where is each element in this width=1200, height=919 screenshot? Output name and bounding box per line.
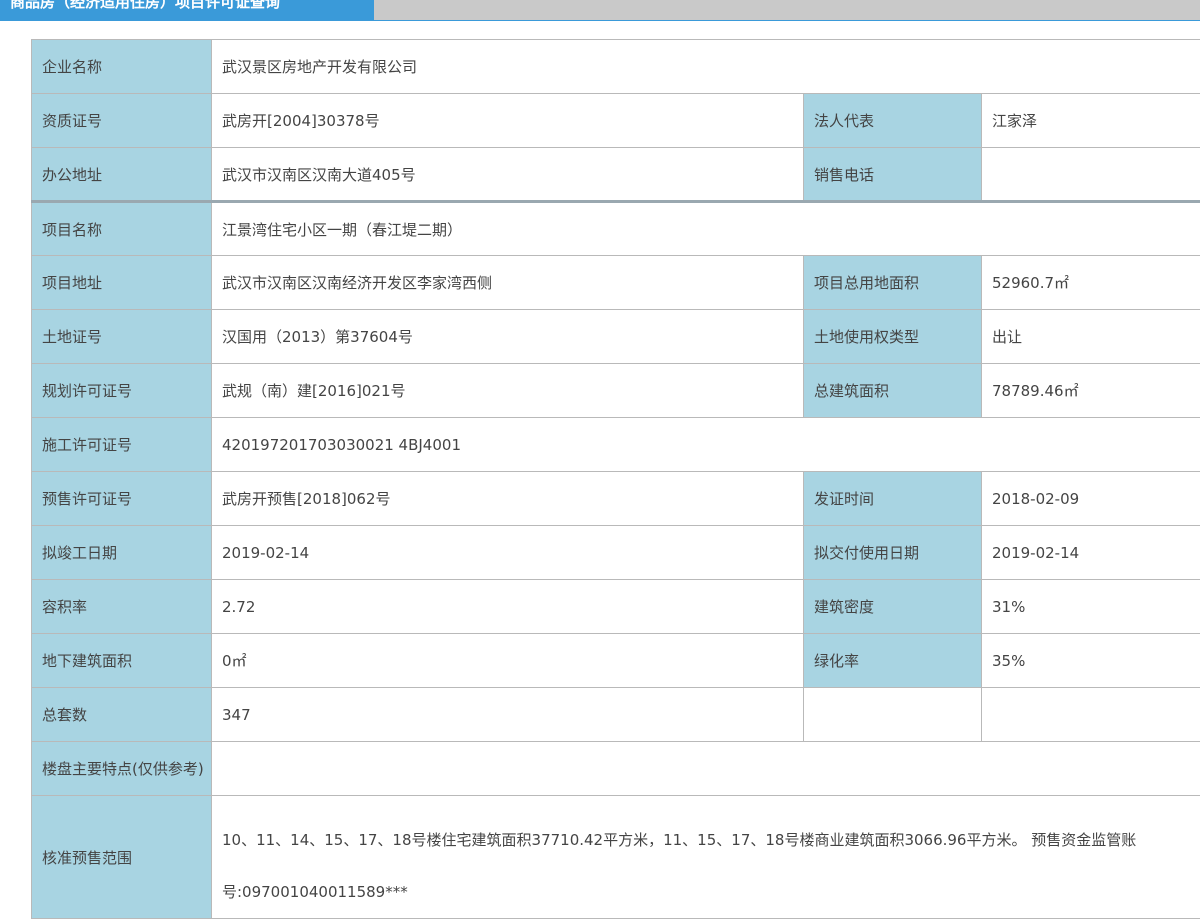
planned-delivery-value: 2019-02-14: [982, 526, 1200, 580]
office-address-label: 办公地址: [32, 148, 212, 202]
total-land-area-value: 52960.7㎡: [982, 256, 1200, 310]
total-units-label: 总套数: [32, 688, 212, 742]
issue-date-label: 发证时间: [804, 472, 982, 526]
planned-delivery-label: 拟交付使用日期: [804, 526, 982, 580]
table-row: 施工许可证号 420197201703030021 4BJ4001: [32, 418, 1200, 472]
table-row: 地下建筑面积 0㎡ 绿化率 35%: [32, 634, 1200, 688]
land-cert-value: 汉国用（2013）第37604号: [212, 310, 804, 364]
main-features-value: [212, 742, 1200, 796]
land-cert-label: 土地证号: [32, 310, 212, 364]
greening-rate-value: 35%: [982, 634, 1200, 688]
issue-date-value: 2018-02-09: [982, 472, 1200, 526]
project-name-label: 项目名称: [32, 202, 212, 256]
table-row: 楼盘主要特点(仅供参考): [32, 742, 1200, 796]
building-density-label: 建筑密度: [804, 580, 982, 634]
legal-rep-label: 法人代表: [804, 94, 982, 148]
qualification-no-value: 武房开[2004]30378号: [212, 94, 804, 148]
project-address-value: 武汉市汉南区汉南经济开发区李家湾西侧: [212, 256, 804, 310]
construction-permit-label: 施工许可证号: [32, 418, 212, 472]
table-row: 企业名称 武汉景区房地产开发有限公司: [32, 40, 1200, 94]
total-land-area-label: 项目总用地面积: [804, 256, 982, 310]
plot-ratio-value: 2.72: [212, 580, 804, 634]
table-row: 办公地址 武汉市汉南区汉南大道405号 销售电话: [32, 148, 1200, 202]
land-use-type-value: 出让: [982, 310, 1200, 364]
total-floor-area-value: 78789.46㎡: [982, 364, 1200, 418]
empty-cell: [982, 688, 1200, 742]
legal-rep-value: 江家泽: [982, 94, 1200, 148]
project-name-value: 江景湾住宅小区一期（春江堤二期）: [212, 202, 1200, 256]
company-name-label: 企业名称: [32, 40, 212, 94]
table-row: 项目名称 江景湾住宅小区一期（春江堤二期）: [32, 202, 1200, 256]
presale-scope-label: 核准预售范围: [32, 796, 212, 919]
empty-cell: [804, 688, 982, 742]
tab-project-license-query[interactable]: 商品房（经济适用住房）项目许可证查询: [0, 0, 374, 20]
presale-scope-value: 10、11、14、15、17、18号楼住宅建筑面积37710.42平方米，11、…: [212, 796, 1200, 919]
sales-phone-value: [982, 148, 1200, 202]
table-row: 总套数 347: [32, 688, 1200, 742]
table-row: 容积率 2.72 建筑密度 31%: [32, 580, 1200, 634]
land-use-type-label: 土地使用权类型: [804, 310, 982, 364]
project-address-label: 项目地址: [32, 256, 212, 310]
planned-completion-value: 2019-02-14: [212, 526, 804, 580]
table-row: 项目地址 武汉市汉南区汉南经济开发区李家湾西侧 项目总用地面积 52960.7㎡: [32, 256, 1200, 310]
total-floor-area-label: 总建筑面积: [804, 364, 982, 418]
planning-permit-label: 规划许可证号: [32, 364, 212, 418]
plot-ratio-label: 容积率: [32, 580, 212, 634]
construction-permit-value: 420197201703030021 4BJ4001: [212, 418, 1200, 472]
table-row: 拟竣工日期 2019-02-14 拟交付使用日期 2019-02-14: [32, 526, 1200, 580]
table-row: 土地证号 汉国用（2013）第37604号 土地使用权类型 出让: [32, 310, 1200, 364]
table-row: 资质证号 武房开[2004]30378号 法人代表 江家泽: [32, 94, 1200, 148]
table-row: 规划许可证号 武规（南）建[2016]021号 总建筑面积 78789.46㎡: [32, 364, 1200, 418]
underground-area-value: 0㎡: [212, 634, 804, 688]
total-units-value: 347: [212, 688, 804, 742]
office-address-value: 武汉市汉南区汉南大道405号: [212, 148, 804, 202]
planning-permit-value: 武规（南）建[2016]021号: [212, 364, 804, 418]
greening-rate-label: 绿化率: [804, 634, 982, 688]
table-row: 预售许可证号 武房开预售[2018]062号 发证时间 2018-02-09: [32, 472, 1200, 526]
project-info-table: 企业名称 武汉景区房地产开发有限公司 资质证号 武房开[2004]30378号 …: [31, 39, 1200, 919]
planned-completion-label: 拟竣工日期: [32, 526, 212, 580]
building-density-value: 31%: [982, 580, 1200, 634]
qualification-no-label: 资质证号: [32, 94, 212, 148]
company-name-value: 武汉景区房地产开发有限公司: [212, 40, 1200, 94]
presale-permit-label: 预售许可证号: [32, 472, 212, 526]
underground-area-label: 地下建筑面积: [32, 634, 212, 688]
sales-phone-label: 销售电话: [804, 148, 982, 202]
main-features-label: 楼盘主要特点(仅供参考): [32, 742, 212, 796]
presale-permit-value: 武房开预售[2018]062号: [212, 472, 804, 526]
table-row: 核准预售范围 10、11、14、15、17、18号楼住宅建筑面积37710.42…: [32, 796, 1200, 919]
top-tab-bar: 商品房（经济适用住房）项目许可证查询: [0, 0, 1200, 21]
